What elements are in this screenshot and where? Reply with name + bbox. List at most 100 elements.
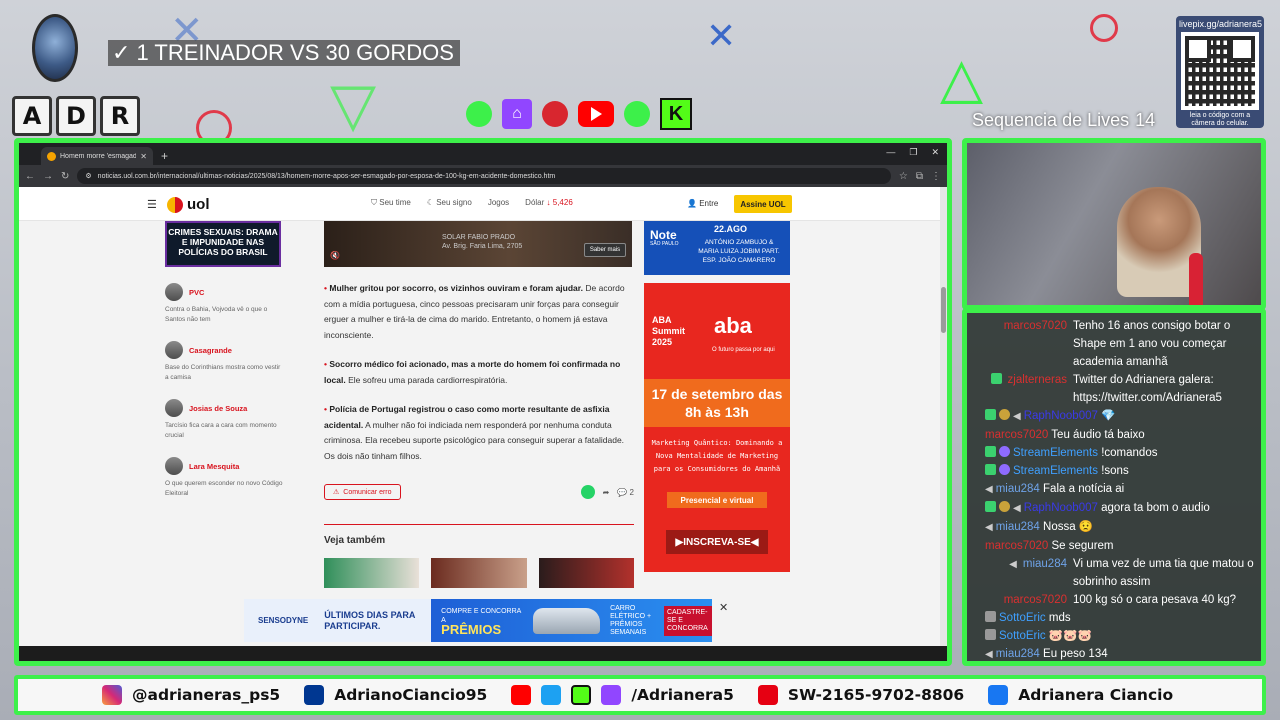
speaker-badge-icon: ◀ bbox=[985, 522, 993, 533]
chat-username[interactable]: RaphNoob007 bbox=[1024, 502, 1098, 514]
close-window-icon[interactable]: ✕ bbox=[931, 147, 939, 158]
related-thumb[interactable] bbox=[324, 558, 420, 588]
chat-username[interactable]: SottoEric bbox=[999, 612, 1046, 624]
sensodyne-banner-ad[interactable]: SENSODYNE ÚLTIMOS DIAS PARA PARTICIPAR. … bbox=[244, 599, 712, 642]
crimes-banner[interactable]: CRIMES SEXUAIS: DRAMA E IMPUNIDADE NAS P… bbox=[165, 221, 281, 267]
nav-dolar[interactable]: Dólar ↓ 5,426 bbox=[525, 198, 573, 208]
uol-nav: ⛉ Seu time ☾ Seu signo Jogos Dólar ↓ 5,4… bbox=[371, 198, 573, 208]
chat-message: StreamElements !sons bbox=[973, 462, 1255, 480]
paragraph: • Mulher gritou por socorro, os vizinhos… bbox=[324, 283, 625, 340]
bookmark-star-icon[interactable]: ☆ bbox=[899, 171, 908, 182]
switch-code: SW-2165-9702-8806 bbox=[787, 686, 965, 704]
chat-message: ◀ miau284 Vi uma vez de uma tia que matou … bbox=[973, 555, 1255, 591]
chat-message: ◀ RaphNoob007 agora ta bom o audio bbox=[973, 499, 1255, 518]
chat-message: ◀ RaphNoob007 💎 bbox=[973, 407, 1255, 426]
new-tab-icon[interactable]: + bbox=[161, 147, 168, 165]
back-icon[interactable]: ← bbox=[25, 171, 35, 182]
chat-username[interactable]: StreamElements bbox=[1013, 447, 1098, 459]
menu-dots-icon[interactable]: ⋮ bbox=[931, 171, 941, 182]
tab-article[interactable]: Homem morre 'esmagado' po ✕ bbox=[41, 147, 153, 165]
aba-date: 17 de setembro das 8h às 13h bbox=[644, 379, 790, 427]
chat-message: marcos7020 100 kg só o cara pesava 40 kg? bbox=[973, 591, 1255, 609]
maximize-icon[interactable]: ❐ bbox=[909, 147, 917, 158]
aba-logo: aba bbox=[714, 313, 752, 338]
close-ad-icon[interactable]: ✕ bbox=[719, 601, 728, 614]
qr-instructions: leia o código com a câmera do celular. bbox=[1189, 112, 1251, 127]
chat-username[interactable]: miau284 bbox=[996, 521, 1040, 533]
window-controls: — ❐ ✕ bbox=[886, 147, 939, 158]
forward-icon[interactable]: → bbox=[43, 171, 53, 182]
close-tab-icon[interactable]: ✕ bbox=[140, 152, 147, 161]
chat-username[interactable]: SottoEric bbox=[999, 630, 1046, 642]
related-thumb[interactable] bbox=[431, 558, 527, 588]
chat-text: Teu áudio tá baixo bbox=[1051, 429, 1145, 441]
aba-tagline: O futuro passa por aqui bbox=[712, 347, 775, 353]
chat-username[interactable]: marcos7020 bbox=[985, 540, 1048, 552]
report-error-button[interactable]: ⚠ Comunicar erro bbox=[324, 484, 401, 500]
columnist-item[interactable]: Lara Mesquita O que querem esconder no n… bbox=[165, 457, 285, 499]
chat-text: Fala a notícia ai bbox=[1043, 483, 1125, 495]
ad-promo: COMPRE E CONCORRA A PRÊMIOS CARRO ELÉTRIC… bbox=[431, 599, 712, 642]
share-icon[interactable]: ➦ bbox=[603, 488, 610, 497]
whatsapp-icon[interactable] bbox=[580, 485, 595, 499]
related-thumb[interactable] bbox=[538, 558, 634, 588]
columnist-name: Lara Mesquita bbox=[189, 461, 240, 471]
aba-summit-ad[interactable]: ABA Summit 2025 aba O futuro passa por a… bbox=[644, 283, 790, 572]
site-info-icon[interactable]: ⚙ bbox=[85, 172, 91, 180]
columnist-headline: Contra o Bahia, Vojvoda vê o que o Santo… bbox=[165, 306, 268, 323]
nav-jogos[interactable]: Jogos bbox=[488, 198, 509, 208]
adr-letter: A bbox=[12, 96, 52, 136]
minimize-icon[interactable]: — bbox=[886, 147, 895, 158]
saber-mais-button[interactable]: Saber mais bbox=[584, 243, 626, 257]
columnist-name: Casagrande bbox=[189, 345, 232, 355]
note-ad[interactable]: Note SÃO PAULO 22.AGO ANTÓNIO ZAMBUJO & M… bbox=[644, 221, 790, 275]
columnist-item[interactable]: Josias de Souza Tarcísio fica cara a car… bbox=[165, 399, 285, 441]
columnist-name: PVC bbox=[189, 287, 205, 297]
twitch-icon bbox=[601, 685, 622, 705]
extensions-icon[interactable]: ⧉ bbox=[916, 171, 923, 182]
columnist-item[interactable]: Casagrande Base do Corinthians mostra co… bbox=[165, 341, 285, 383]
check-icon: ✓ bbox=[112, 40, 131, 65]
subscribe-button[interactable]: Assine UOL bbox=[734, 195, 792, 213]
tab-title: Homem morre 'esmagado' po bbox=[60, 152, 137, 160]
chat-username[interactable]: marcos7020 bbox=[1004, 317, 1067, 335]
status-dot-green bbox=[624, 101, 650, 127]
divider bbox=[324, 524, 634, 525]
speaker-badge-icon: ◀ bbox=[1013, 503, 1021, 514]
comments-icon[interactable]: 💬 2 bbox=[617, 488, 634, 497]
chat-username[interactable]: miau284 bbox=[996, 483, 1040, 495]
chat-username[interactable]: zjalterneras bbox=[1008, 371, 1067, 389]
dolar-value: ↓ 5,426 bbox=[546, 198, 573, 207]
chat-username[interactable]: marcos7020 bbox=[985, 429, 1048, 441]
chat-username[interactable]: StreamElements bbox=[1013, 465, 1098, 477]
mod-badge-icon bbox=[999, 446, 1010, 457]
url-input[interactable]: ⚙ noticias.uol.com.br/internacional/ulti… bbox=[77, 168, 891, 184]
mod-badge-icon bbox=[999, 464, 1010, 475]
deco-triangle: △ bbox=[940, 46, 984, 111]
nav-seu-time[interactable]: ⛉ Seu time bbox=[371, 198, 411, 208]
chat-message: StreamElements !comandos bbox=[973, 444, 1255, 462]
chat-username[interactable]: miau284 bbox=[1023, 555, 1067, 573]
columnist-item[interactable]: PVC Contra o Bahia, Vojvoda vê o que o S… bbox=[165, 283, 285, 325]
reload-icon[interactable]: ↻ bbox=[61, 171, 69, 182]
chat-panel: marcos7020 Tenho 16 anos consigo botar o … bbox=[962, 308, 1266, 666]
chat-username[interactable]: RaphNoob007 bbox=[1024, 410, 1098, 422]
scrollbar[interactable] bbox=[940, 187, 947, 646]
note-ad-logo: Note SÃO PAULO bbox=[650, 228, 679, 247]
chat-text: Nossa 😟 bbox=[1043, 521, 1094, 533]
hamburger-menu-icon[interactable]: ☰ bbox=[147, 198, 157, 211]
avatar bbox=[165, 341, 183, 359]
chat-message: marcos7020 Se segurem bbox=[973, 537, 1255, 555]
aba-register-button[interactable]: ▶INSCREVA-SE◀ bbox=[666, 530, 768, 554]
chat-text: 100 kg só o cara pesava 40 kg? bbox=[1073, 594, 1237, 606]
nav-seu-signo[interactable]: ☾ Seu signo bbox=[427, 198, 472, 208]
chat-username[interactable]: miau284 bbox=[996, 648, 1040, 660]
chat-username[interactable]: marcos7020 bbox=[1004, 591, 1067, 609]
uol-logo[interactable]: uol bbox=[167, 196, 210, 213]
streak-count: 14 bbox=[1135, 110, 1156, 130]
warning-icon: ⚠ bbox=[333, 489, 340, 496]
login-link[interactable]: 👤 Entre bbox=[687, 199, 718, 208]
mute-icon[interactable]: 🔇 bbox=[330, 251, 340, 260]
video-ad[interactable]: 🔇 SOLAR FABIO PRADO Av. Brig. Faria Lima… bbox=[324, 221, 632, 267]
chat-text: Vi uma vez de uma tia que matou o sobrin… bbox=[1073, 558, 1254, 588]
